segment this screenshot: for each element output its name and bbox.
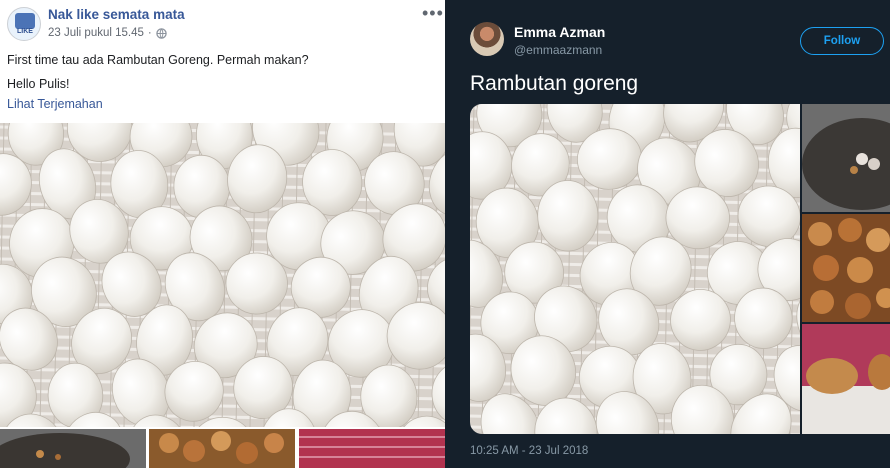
thumbs-up-icon — [15, 13, 35, 29]
tweet-photo-fried[interactable] — [802, 214, 890, 322]
follow-button[interactable]: Follow — [800, 27, 884, 55]
tweet-photo-main[interactable] — [470, 104, 800, 434]
post-photo-thumbnails — [0, 429, 445, 468]
tweet-photo-plate[interactable] — [802, 324, 890, 434]
user-handle[interactable]: @emmaazmann — [514, 43, 602, 57]
tweet-media-grid — [470, 104, 890, 434]
tweet-text: Rambutan goreng — [470, 72, 639, 95]
fried-rambutan-photo — [0, 123, 445, 427]
tweet-photo-pan[interactable] — [802, 104, 890, 212]
photo-thumbnail-fried[interactable] — [149, 429, 296, 468]
post-meta: 23 Juli pukul 15.45 · — [48, 27, 167, 39]
tweet-timestamp[interactable]: 10:25 AM - 23 Jul 2018 — [470, 445, 588, 457]
photo-thumbnail-basket[interactable] — [298, 429, 445, 468]
user-avatar[interactable] — [470, 22, 504, 56]
post-text-line-1: First time tau ada Rambutan Goreng. Perm… — [7, 53, 309, 67]
facebook-post: LIKE Nak like semata mata 23 Juli pukul … — [0, 0, 445, 468]
post-text-line-2: Hello Pulis! — [7, 77, 70, 91]
page-avatar[interactable]: LIKE — [7, 7, 41, 41]
globe-icon — [156, 27, 167, 39]
page-name-link[interactable]: Nak like semata mata — [48, 7, 185, 22]
post-timestamp[interactable]: 23 Juli pukul 15.45 — [48, 27, 144, 39]
see-translation-link[interactable]: Lihat Terjemahan — [7, 97, 103, 111]
user-display-name[interactable]: Emma Azman — [514, 24, 605, 40]
post-photo-main[interactable] — [0, 123, 445, 427]
dot-separator: · — [147, 27, 152, 39]
fried-rambutan-photo — [470, 104, 800, 434]
avatar-logo-text: LIKE — [17, 28, 33, 35]
photo-thumbnail-pan[interactable] — [0, 429, 146, 468]
tweet-card: Emma Azman @emmaazmann Follow Rambutan g… — [445, 0, 890, 468]
more-options-icon[interactable]: ••• — [422, 3, 444, 24]
